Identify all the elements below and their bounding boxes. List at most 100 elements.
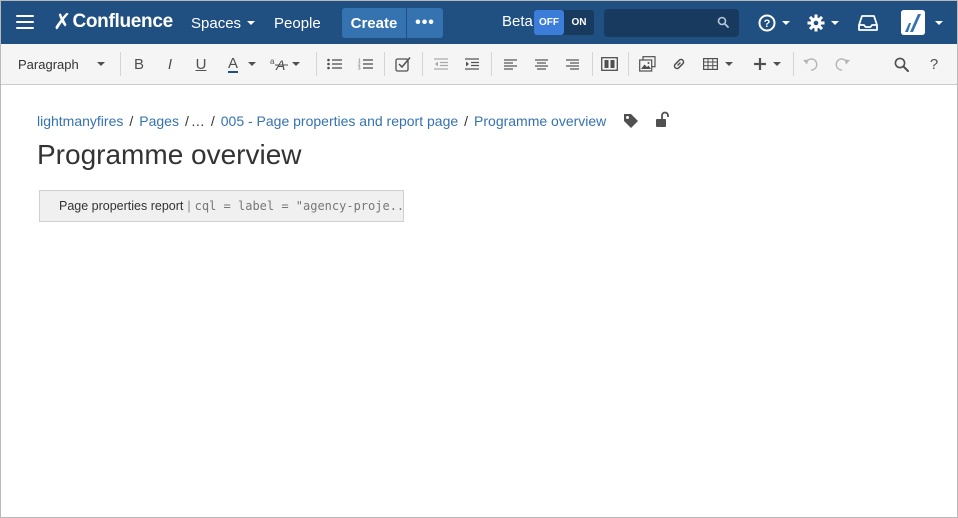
text-style-icon: a A xyxy=(270,57,288,71)
insert-table-dropdown[interactable] xyxy=(702,54,734,74)
redo-button[interactable] xyxy=(833,54,851,74)
align-center-icon xyxy=(534,58,548,70)
confluence-logo[interactable]: ✗ Confluence xyxy=(53,10,173,34)
svg-text:3: 3 xyxy=(358,66,361,71)
outdent-button[interactable] xyxy=(433,54,449,74)
indent-icon xyxy=(465,58,479,70)
toggle-on[interactable]: ON xyxy=(564,10,594,35)
notifications-icon[interactable] xyxy=(858,14,878,32)
bullet-list-icon xyxy=(326,58,342,70)
align-left-button[interactable] xyxy=(502,54,518,74)
spaces-menu[interactable]: Spaces xyxy=(191,13,256,33)
chevron-down-icon[interactable] xyxy=(935,21,943,25)
undo-button[interactable] xyxy=(802,54,820,74)
people-link[interactable]: People xyxy=(274,13,321,33)
search-icon[interactable] xyxy=(717,16,729,28)
align-left-icon xyxy=(503,58,517,70)
macro-separator: | xyxy=(187,199,191,213)
breadcrumb-current-page[interactable]: Programme overview xyxy=(474,113,606,129)
insert-image-button[interactable] xyxy=(638,54,656,74)
text-color-dropdown[interactable]: A xyxy=(223,54,261,74)
align-center-button[interactable] xyxy=(533,54,549,74)
search-icon xyxy=(894,57,909,72)
page-layout-button[interactable] xyxy=(600,54,618,74)
menu-icon[interactable] xyxy=(16,15,34,31)
toolbar-divider xyxy=(316,52,317,76)
breadcrumb-pages[interactable]: Pages xyxy=(139,113,179,129)
plus-icon xyxy=(753,58,766,70)
chevron-down-icon xyxy=(292,62,300,66)
paragraph-style-dropdown[interactable]: Paragraph xyxy=(18,54,108,74)
find-replace-button[interactable] xyxy=(892,54,910,74)
text-formatting-dropdown[interactable]: a A xyxy=(269,54,301,74)
underline-button[interactable]: U xyxy=(193,54,209,74)
toolbar-divider xyxy=(628,52,629,76)
checkbox-icon xyxy=(395,57,411,72)
chevron-down-icon xyxy=(248,62,256,66)
task-list-button[interactable] xyxy=(394,54,412,74)
chevron-down-icon xyxy=(96,62,105,66)
help-menu[interactable]: ? xyxy=(758,14,790,32)
macro-parameters: cql = label = "agency-proje... xyxy=(194,199,404,213)
editor-toolbar: Paragraph B I U A a A 123 ? xyxy=(1,44,957,85)
breadcrumb-separator: / xyxy=(184,113,189,129)
text-color-icon: A xyxy=(227,54,238,73)
insert-link-button[interactable] xyxy=(670,54,688,74)
undo-icon xyxy=(803,57,818,71)
breadcrumb-parent-page[interactable]: 005 - Page properties and report page xyxy=(221,113,458,129)
redo-icon xyxy=(835,57,850,71)
avatar[interactable] xyxy=(901,10,925,35)
label-icon[interactable] xyxy=(623,113,639,129)
bold-button[interactable]: B xyxy=(131,54,147,74)
confluence-logo-icon: ✗ xyxy=(53,9,72,34)
chevron-down-icon xyxy=(247,21,256,25)
indent-button[interactable] xyxy=(464,54,480,74)
beta-toggle[interactable]: OFF ON xyxy=(534,10,594,35)
gear-icon xyxy=(807,14,825,32)
toolbar-divider xyxy=(793,52,794,76)
breadcrumb-separator: / xyxy=(210,113,215,129)
confluence-logo-text: Confluence xyxy=(72,11,173,32)
svg-text:?: ? xyxy=(764,18,771,30)
page-title[interactable]: Programme overview xyxy=(37,139,302,171)
insert-more-dropdown[interactable] xyxy=(751,54,783,74)
align-right-button[interactable] xyxy=(564,54,580,74)
user-avatar-icon xyxy=(901,10,925,35)
paragraph-style-label: Paragraph xyxy=(18,56,79,72)
more-create-options-button[interactable]: ••• xyxy=(407,8,443,38)
svg-text:A: A xyxy=(275,57,285,71)
confluence-window: ✗ Confluence Spaces People Create ••• Be… xyxy=(0,0,958,518)
beta-label: Beta xyxy=(502,13,533,30)
top-navigation: ✗ Confluence Spaces People Create ••• Be… xyxy=(1,1,957,44)
outdent-icon xyxy=(434,58,448,70)
numbered-list-icon: 123 xyxy=(358,58,373,70)
italic-button[interactable]: I xyxy=(162,54,178,74)
breadcrumb-separator: / xyxy=(464,113,469,129)
toggle-off[interactable]: OFF xyxy=(534,10,564,35)
page-layout-icon xyxy=(600,57,618,71)
chevron-down-icon xyxy=(772,62,781,66)
table-icon xyxy=(703,58,718,70)
create-button[interactable]: Create xyxy=(342,8,406,38)
page-properties-report-macro[interactable]: Page properties report | cql = label = "… xyxy=(39,190,404,222)
bullet-list-button[interactable] xyxy=(326,54,342,74)
help-icon: ? xyxy=(758,14,776,32)
numbered-list-button[interactable]: 123 xyxy=(357,54,373,74)
svg-text:a: a xyxy=(270,57,275,66)
keyboard-shortcuts-help-button[interactable]: ? xyxy=(926,54,942,74)
toolbar-divider xyxy=(422,52,423,76)
breadcrumb: lightmanyfires / Pages / … / 005 - Page … xyxy=(37,112,606,130)
toolbar-divider xyxy=(384,52,385,76)
chevron-down-icon xyxy=(725,62,733,66)
spaces-label: Spaces xyxy=(191,14,242,32)
breadcrumb-space[interactable]: lightmanyfires xyxy=(37,113,123,129)
settings-menu[interactable] xyxy=(807,14,839,32)
unlocked-icon[interactable] xyxy=(655,111,669,128)
breadcrumb-ellipsis[interactable]: … xyxy=(191,113,205,129)
chevron-down-icon xyxy=(831,21,839,25)
align-right-icon xyxy=(565,58,579,70)
image-icon xyxy=(638,56,656,72)
chevron-down-icon xyxy=(782,21,790,25)
toolbar-divider xyxy=(120,52,121,76)
breadcrumb-separator: / xyxy=(129,113,134,129)
